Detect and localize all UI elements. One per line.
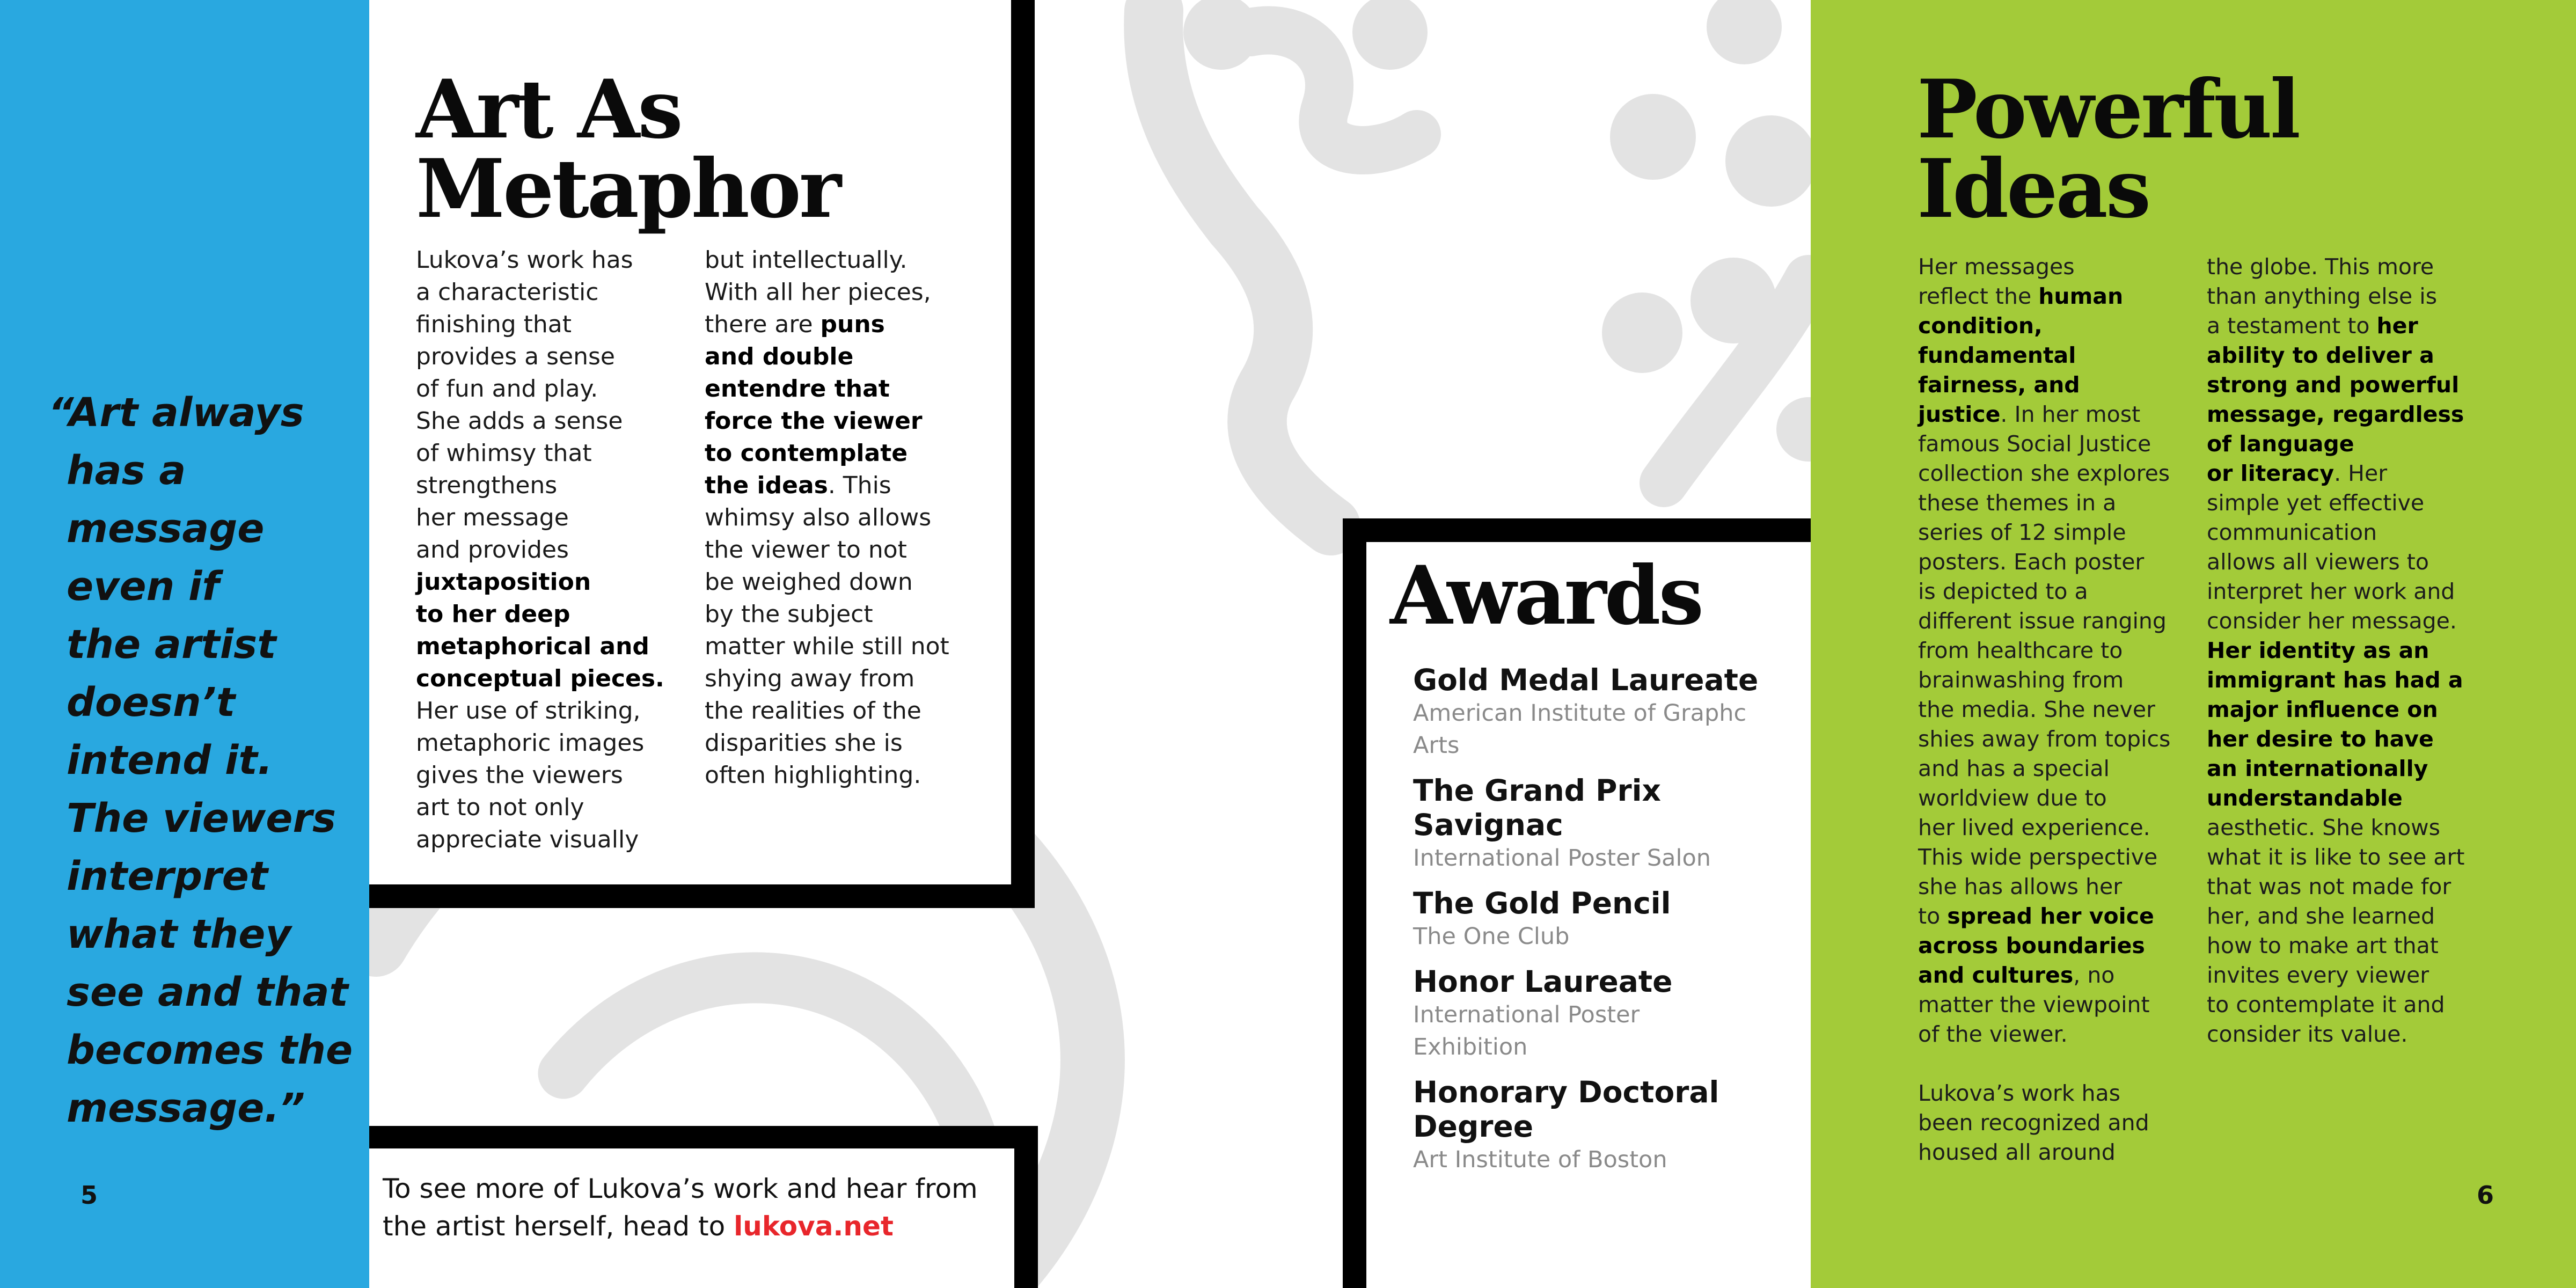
metaphor-heading: Art As Metaphor [416,62,841,236]
award-item: Honorary Doctoral Degree Art Institute of… [1413,1075,1719,1173]
art-dot [1183,0,1258,70]
art-dot [1602,292,1682,373]
ideas-heading: Powerful Ideas [1917,62,2301,236]
award-item: Gold Medal Laureate American Institute o… [1413,663,1759,759]
quote-line: even if [67,564,219,610]
quote-line: interpret [67,853,268,899]
awards-list: Gold Medal Laureate American Institute o… [1413,663,1799,1188]
art-dot [1610,94,1696,180]
left-page-number: 5 [80,1181,98,1210]
awards-heading: Awards [1390,548,1704,643]
quote-line: The viewers [67,795,336,841]
cta-text: To see more of Lukova’s work and hear fr… [383,1173,978,1242]
quote-line: becomes the [67,1027,353,1073]
art-stroke-upper [1124,0,1360,555]
quote-line: “Art always [48,390,304,436]
art-dot [1707,0,1782,64]
ideas-column-1: Her messages reflect the human condition… [1918,254,2171,1165]
right-page-number: 6 [2477,1181,2494,1210]
pull-quote: “Art always has a message even if the ar… [48,384,360,1137]
award-item: The Grand Prix Savignac International Pos… [1413,773,1711,872]
metaphor-column-1: Lukova’s work has a characteristic finis… [416,246,664,853]
quote-line: intend it. [67,737,273,784]
quote-line: see and that [67,969,348,1015]
award-item: Honor Laureate International Poster Exhib… [1413,964,1673,1060]
art-dot [1725,115,1817,207]
quote-line: doesn’t [67,679,236,726]
quote-line: has a [67,448,186,494]
metaphor-column-2: but intellectually. With all her pieces,… [705,246,949,789]
quote-line: what they [67,911,291,957]
lukova-link[interactable]: lukova.net [734,1211,894,1242]
quote-line: message.” [67,1085,305,1131]
ideas-column-2: the globe. This more than anything else … [2207,254,2465,1047]
art-dot [1690,258,1776,343]
award-item: The Gold Pencil The One Club [1413,886,1671,950]
quote-line: the artist [67,621,276,668]
quote-line: message [67,506,265,552]
art-dot [1352,0,1428,70]
